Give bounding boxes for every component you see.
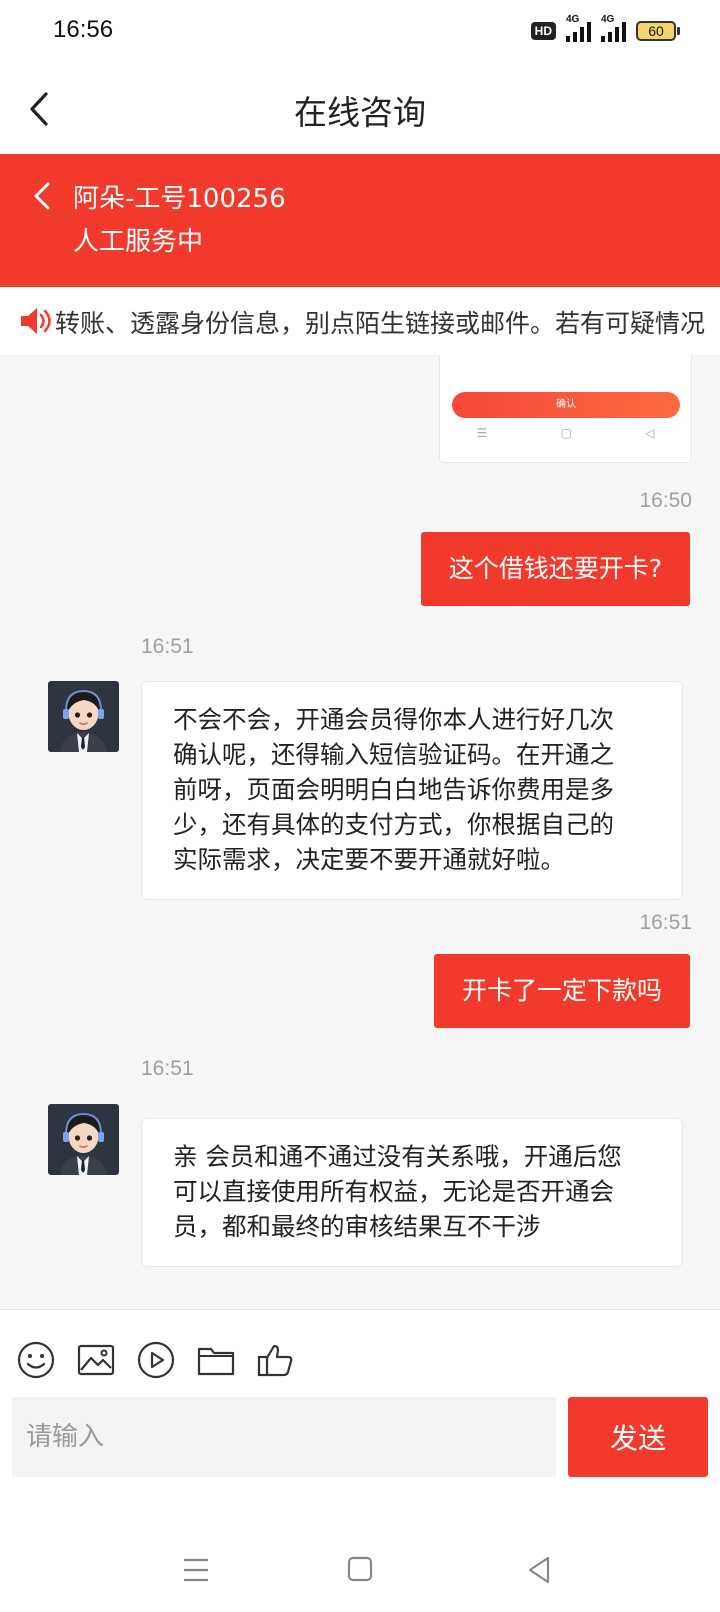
message-line: 亲 会员和通不通过没有关系哦，开通后您	[173, 1142, 622, 1171]
chat-area[interactable]: 确认 ☰ ▢ ◁ 16:50 这个借钱还要开卡? 16:51 不会不会，开通会员得你…	[0, 355, 720, 1309]
message-timestamp: 16:50	[639, 489, 692, 512]
status-icons: HD 4G 4G 60	[530, 14, 680, 42]
message-line: 前呀，页面会明明白白地告诉你费用是多	[173, 775, 614, 804]
signal-icon: 4G	[566, 14, 591, 42]
send-button[interactable]: 发送	[568, 1397, 708, 1477]
battery-icon: 60	[636, 21, 680, 41]
image-nav-bar: ☰ ▢ ◁	[476, 426, 655, 440]
agent-status: 人工服务中	[73, 227, 204, 257]
agent-name: 阿朵-工号100256	[73, 184, 286, 214]
folder-icon[interactable]	[196, 1340, 236, 1380]
message-line: 可以直接使用所有权益，无论是否开通会	[173, 1177, 614, 1206]
incoming-message[interactable]: 亲 会员和通不通过没有关系哦，开通后您 可以直接使用所有权益，无论是否开通会 员…	[141, 1118, 683, 1267]
agent-avatar[interactable]	[48, 681, 119, 752]
chevron-left-icon[interactable]	[26, 176, 60, 216]
speaker-icon	[21, 308, 51, 334]
home-icon[interactable]	[340, 1552, 380, 1588]
message-line: 少，还有具体的支付方式，你根据自己的	[173, 810, 614, 839]
notice-bar: 转账、透露身份信息，别点陌生链接或邮件。若有可疑情况	[0, 287, 720, 355]
incoming-message[interactable]: 不会不会，开通会员得你本人进行好几次 确认呢，还得输入短信验证码。在开通之 前呀…	[141, 681, 683, 900]
emoji-icon[interactable]	[16, 1340, 56, 1380]
status-bar: 16:56 HD 4G 4G 60	[0, 0, 720, 66]
status-time: 16:56	[53, 16, 114, 43]
image-icon[interactable]	[76, 1340, 116, 1380]
message-timestamp: 16:51	[141, 635, 194, 658]
message-line: 确认呢，还得输入短信验证码。在开通之	[173, 740, 614, 769]
outgoing-message[interactable]: 这个借钱还要开卡?	[420, 532, 690, 606]
screenshot-image[interactable]: 确认 ☰ ▢ ◁	[439, 355, 692, 463]
agent-avatar[interactable]	[48, 1104, 119, 1175]
message-input[interactable]	[12, 1397, 556, 1477]
message-timestamp: 16:51	[141, 1057, 194, 1080]
page-title: 在线咨询	[294, 93, 426, 132]
thumbs-up-icon[interactable]	[256, 1340, 296, 1380]
app-header: 在线咨询	[0, 66, 720, 154]
message-timestamp: 16:51	[639, 911, 692, 934]
message-line: 不会不会，开通会员得你本人进行好几次	[173, 705, 614, 734]
system-nav-bar	[0, 1540, 720, 1600]
signal-icon: 4G	[601, 14, 626, 42]
outgoing-message[interactable]: 开卡了一定下款吗	[433, 954, 690, 1028]
message-line: 实际需求，决定要不要开通就好啦。	[173, 845, 565, 874]
toolbar	[16, 1340, 296, 1380]
message-line: 员，都和最终的审核结果互不干涉	[173, 1212, 541, 1241]
notice-text: 转账、透露身份信息，别点陌生链接或邮件。若有可疑情况	[55, 309, 706, 338]
menu-icon[interactable]	[176, 1552, 216, 1588]
video-icon[interactable]	[136, 1340, 176, 1380]
hd-icon: HD	[530, 22, 556, 40]
agent-banner: 阿朵-工号100256 人工服务中	[0, 154, 720, 287]
image-confirm-label: 确认	[452, 392, 680, 418]
back-icon[interactable]	[520, 1552, 560, 1588]
